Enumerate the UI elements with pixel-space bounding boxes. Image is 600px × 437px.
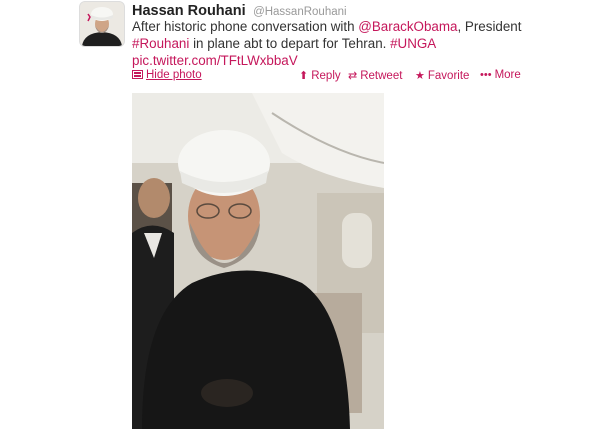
reply-arrow-icon: ⬆ xyxy=(299,70,309,82)
media-link[interactable]: pic.twitter.com/TFtLWxbbaV xyxy=(132,53,298,68)
ellipsis-icon: ••• xyxy=(480,69,492,81)
cabin-photo xyxy=(132,93,384,429)
avatar-image xyxy=(80,2,124,46)
tweet: Hassan Rouhani @HassanRouhani After hist… xyxy=(0,0,600,437)
hide-photo-label: Hide photo xyxy=(146,69,202,81)
profile-avatar[interactable] xyxy=(80,2,124,46)
tweet-text-part: , President xyxy=(457,19,522,34)
author-handle[interactable]: @HassanRouhani xyxy=(253,6,347,18)
tweet-text: After historic phone conversation with @… xyxy=(132,18,552,69)
mention-link[interactable]: @BarackObama xyxy=(358,19,457,34)
favorite-label: Favorite xyxy=(427,70,470,82)
hashtag-link[interactable]: #Rouhani xyxy=(132,36,189,51)
reply-label: Reply xyxy=(311,70,341,82)
retweet-button[interactable]: ⇄ Retweet xyxy=(348,69,402,82)
author-name[interactable]: Hassan Rouhani xyxy=(132,3,246,19)
reply-button[interactable]: ⬆ Reply xyxy=(299,69,341,82)
photo-icon xyxy=(132,70,143,79)
more-button[interactable]: ••• More xyxy=(480,69,521,81)
favorite-button[interactable]: ★ Favorite xyxy=(415,69,469,82)
tweet-photo[interactable] xyxy=(132,93,384,429)
retweet-label: Retweet xyxy=(360,70,403,82)
hashtag-link[interactable]: #UNGA xyxy=(390,36,436,51)
tweet-text-part: After historic phone conversation with xyxy=(132,19,359,34)
more-label: More xyxy=(494,69,521,81)
star-icon: ★ xyxy=(415,70,425,82)
hide-photo-button[interactable]: Hide photo xyxy=(132,69,202,81)
retweet-icon: ⇄ xyxy=(348,70,358,82)
tweet-actions: Hide photo ⬆ Reply ⇄ Retweet ★ Favorite •••… xyxy=(132,69,532,83)
tweet-text-part: in plane abt to depart for Tehran. xyxy=(189,36,391,51)
